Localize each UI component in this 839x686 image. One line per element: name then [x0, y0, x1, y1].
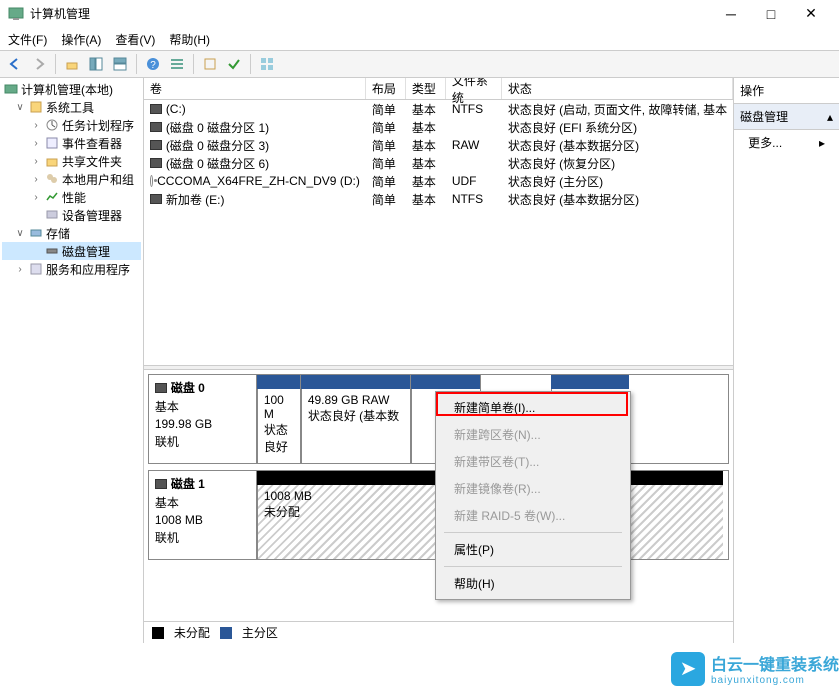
legend-unalloc-swatch	[152, 627, 164, 639]
watermark-icon: ➤	[671, 652, 705, 686]
legend-unalloc-label: 未分配	[174, 624, 210, 641]
tree-localusers[interactable]: ›本地用户和组	[2, 170, 141, 188]
list-button[interactable]	[166, 53, 188, 75]
watermark-url: baiyunxitong.com	[711, 675, 839, 686]
disk-icon	[150, 140, 162, 150]
menu-new-mirror-volume: 新建镜像卷(R)...	[438, 475, 628, 502]
volume-row[interactable]: (磁盘 0 磁盘分区 1)简单基本状态良好 (EFI 系统分区)	[144, 118, 733, 136]
tree-panel[interactable]: 计算机管理(本地) ∨系统工具 ›任务计划程序 ›事件查看器 ›共享文件夹 ›本…	[0, 78, 144, 643]
menu-new-striped-volume: 新建带区卷(T)...	[438, 448, 628, 475]
disk-icon	[155, 479, 167, 489]
toolbar: ?	[0, 50, 839, 78]
view2-button[interactable]	[109, 53, 131, 75]
main-area: 计算机管理(本地) ∨系统工具 ›任务计划程序 ›事件查看器 ›共享文件夹 ›本…	[0, 78, 839, 643]
volume-list[interactable]: 卷 布局 类型 文件系统 状态 (C:)简单基本NTFS状态良好 (启动, 页面…	[144, 78, 733, 365]
menu-file[interactable]: 文件(F)	[8, 31, 47, 48]
legend-primary-swatch	[220, 627, 232, 639]
watermark: ➤ 白云一键重装系统 baiyunxitong.com	[671, 651, 839, 686]
menu-action[interactable]: 操作(A)	[61, 31, 101, 48]
legend: 未分配 主分区	[144, 621, 733, 643]
menu-new-spanned-volume: 新建跨区卷(N)...	[438, 421, 628, 448]
app-icon	[8, 6, 24, 22]
col-type[interactable]: 类型	[406, 78, 446, 99]
grid-button[interactable]	[256, 53, 278, 75]
tree-diskmgmt[interactable]: 磁盘管理	[2, 242, 141, 260]
disk-icon	[150, 194, 162, 204]
menubar: 文件(F) 操作(A) 查看(V) 帮助(H)	[0, 28, 839, 50]
actions-panel: 操作 磁盘管理▴ 更多...▸	[734, 78, 839, 643]
svg-text:?: ?	[150, 60, 156, 71]
close-button[interactable]: ✕	[791, 0, 831, 28]
maximize-button[interactable]: □	[751, 0, 791, 28]
menu-help[interactable]: 帮助(H)	[169, 31, 210, 48]
tree-systools[interactable]: ∨系统工具	[2, 98, 141, 116]
menu-properties[interactable]: 属性(P)	[438, 536, 628, 563]
cd-icon	[150, 175, 153, 187]
menu-view[interactable]: 查看(V)	[115, 31, 155, 48]
context-menu: 新建简单卷(I)... 新建跨区卷(N)... 新建带区卷(T)... 新建镜像…	[435, 391, 631, 600]
tree-storage[interactable]: ∨存储	[2, 224, 141, 242]
col-fs[interactable]: 文件系统	[446, 78, 502, 99]
back-button[interactable]	[4, 53, 26, 75]
help-button[interactable]: ?	[142, 53, 164, 75]
volume-row[interactable]: CCCOMA_X64FRE_ZH-CN_DV9 (D:)简单基本UDF状态良好 …	[144, 172, 733, 190]
disk-icon	[150, 104, 162, 114]
tree-root[interactable]: 计算机管理(本地)	[2, 80, 141, 98]
disk-icon	[150, 122, 162, 132]
volume-row[interactable]: 新加卷 (E:)简单基本NTFS状态良好 (基本数据分区)	[144, 190, 733, 208]
actions-more[interactable]: 更多...▸	[734, 130, 839, 155]
disk-label[interactable]: 磁盘 1基本1008 MB联机	[149, 471, 257, 559]
chevron-right-icon: ▸	[819, 136, 825, 150]
view1-button[interactable]	[85, 53, 107, 75]
disk-icon	[150, 158, 162, 168]
actions-header: 操作	[734, 78, 839, 104]
col-layout[interactable]: 布局	[366, 78, 406, 99]
disk-label[interactable]: 磁盘 0基本199.98 GB联机	[149, 375, 257, 463]
tree-eventviewer[interactable]: ›事件查看器	[2, 134, 141, 152]
volume-header[interactable]: 卷 布局 类型 文件系统 状态	[144, 78, 733, 100]
collapse-icon: ▴	[827, 110, 833, 124]
actions-section[interactable]: 磁盘管理▴	[734, 104, 839, 130]
titlebar: 计算机管理 ─ □ ✕	[0, 0, 839, 28]
window-title: 计算机管理	[30, 5, 711, 22]
tree-devmgr[interactable]: 设备管理器	[2, 206, 141, 224]
col-volume[interactable]: 卷	[144, 78, 366, 99]
volume-row[interactable]: (C:)简单基本NTFS状态良好 (启动, 页面文件, 故障转储, 基本	[144, 100, 733, 118]
col-status[interactable]: 状态	[502, 78, 733, 99]
tree-services[interactable]: ›服务和应用程序	[2, 260, 141, 278]
partition[interactable]: 100 M状态良好	[257, 375, 301, 463]
tree-scheduler[interactable]: ›任务计划程序	[2, 116, 141, 134]
tree-shared[interactable]: ›共享文件夹	[2, 152, 141, 170]
settings-button[interactable]	[199, 53, 221, 75]
partition[interactable]: 49.89 GB RAW状态良好 (基本数	[301, 375, 411, 463]
menu-new-simple-volume[interactable]: 新建简单卷(I)...	[438, 394, 628, 421]
menu-new-raid5-volume: 新建 RAID-5 卷(W)...	[438, 502, 628, 529]
watermark-text: 白云一键重装系统	[711, 651, 839, 675]
minimize-button[interactable]: ─	[711, 0, 751, 28]
check-button[interactable]	[223, 53, 245, 75]
volume-row[interactable]: (磁盘 0 磁盘分区 6)简单基本状态良好 (恢复分区)	[144, 154, 733, 172]
volume-row[interactable]: (磁盘 0 磁盘分区 3)简单基本RAW状态良好 (基本数据分区)	[144, 136, 733, 154]
disk-icon	[155, 383, 167, 393]
menu-help[interactable]: 帮助(H)	[438, 570, 628, 597]
tree-perf[interactable]: ›性能	[2, 188, 141, 206]
legend-primary-label: 主分区	[242, 624, 278, 641]
up-button[interactable]	[61, 53, 83, 75]
forward-button[interactable]	[28, 53, 50, 75]
